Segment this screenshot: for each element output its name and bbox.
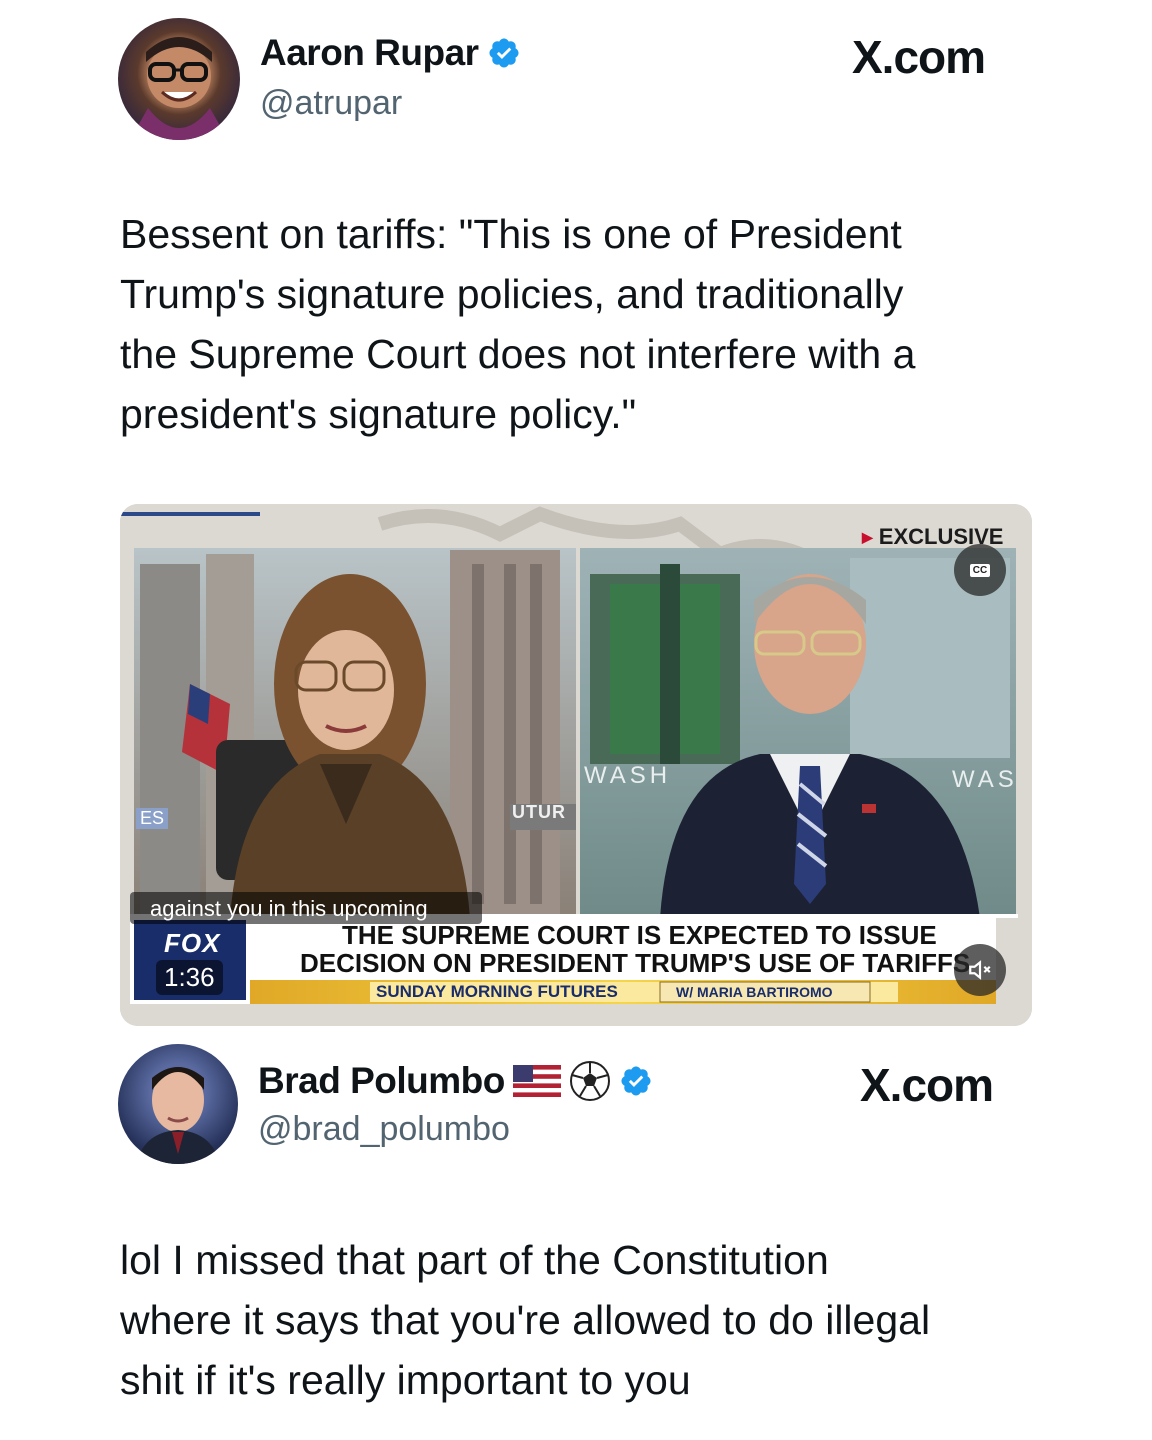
avatar-face-icon bbox=[136, 1067, 220, 1164]
tweet-text-line: Bessent on tariffs: "This is one of Pres… bbox=[120, 211, 902, 257]
source-label-xcom[interactable]: X.com bbox=[860, 1058, 994, 1112]
author-name-brad[interactable]: Brad Polumbo bbox=[258, 1060, 653, 1102]
video-caption: against you in this upcoming bbox=[150, 896, 428, 921]
author-name-text: Brad Polumbo bbox=[258, 1060, 505, 1101]
tweet-text-line: where it says that you're allowed to do … bbox=[120, 1297, 931, 1343]
author-name-aaron[interactable]: Aaron Rupar bbox=[260, 32, 521, 74]
author-handle-brad[interactable]: @brad_polumbo bbox=[258, 1110, 510, 1149]
verified-badge-icon bbox=[621, 1066, 651, 1096]
tweet-text-aaron: Bessent on tariffs: "This is one of Pres… bbox=[120, 204, 915, 444]
avatar-brad-polumbo[interactable] bbox=[118, 1044, 238, 1164]
cc-button[interactable]: CC bbox=[954, 544, 1006, 596]
us-flag-icon bbox=[512, 1065, 561, 1097]
video-player[interactable]: ▶ EXCLUSIVE CC ES UTUR WASH WAS against … bbox=[120, 504, 1032, 1026]
fox-logo: FOX bbox=[164, 928, 221, 958]
soccer-ball-icon bbox=[569, 1061, 610, 1101]
tweet-text-line: lol I missed that part of the Constituti… bbox=[120, 1237, 829, 1283]
verified-badge-icon bbox=[489, 38, 519, 68]
source-label-xcom[interactable]: X.com bbox=[852, 30, 986, 84]
headline-line-2: DECISION ON PRESIDENT TRUMP'S USE OF TAR… bbox=[300, 948, 971, 978]
avatar-face-icon bbox=[130, 37, 228, 140]
cc-icon: CC bbox=[969, 563, 991, 577]
left-wall-text: UTUR bbox=[512, 802, 566, 822]
show-host: W/ MARIA BARTIROMO bbox=[676, 984, 833, 1000]
tweet-text-brad: lol I missed that part of the Constituti… bbox=[120, 1230, 930, 1410]
left-edge-text: ES bbox=[136, 808, 169, 829]
tweet-text-line: shit if it's really important to you bbox=[120, 1357, 691, 1403]
right-wall-text-2: WAS bbox=[952, 766, 1018, 793]
avatar-aaron-rupar[interactable] bbox=[118, 18, 240, 140]
tweet-text-line: president's signature policy." bbox=[120, 391, 637, 437]
tweet-text-line: Trump's signature policies, and traditio… bbox=[120, 271, 904, 317]
mute-button[interactable] bbox=[954, 944, 1006, 996]
speaker-muted-icon bbox=[969, 960, 991, 980]
author-name-text: Aaron Rupar bbox=[260, 32, 479, 73]
play-triangle-icon: ▶ bbox=[862, 528, 873, 545]
show-name: SUNDAY MORNING FUTURES bbox=[376, 982, 618, 1001]
tweet-text-line: the Supreme Court does not interfere wit… bbox=[120, 331, 916, 377]
author-handle-aaron[interactable]: @atrupar bbox=[260, 84, 402, 123]
right-wall-text-1: WASH bbox=[584, 762, 672, 789]
headline-line-1: THE SUPREME COURT IS EXPECTED TO ISSUE bbox=[342, 920, 937, 950]
video-timestamp: 1:36 bbox=[156, 960, 223, 995]
